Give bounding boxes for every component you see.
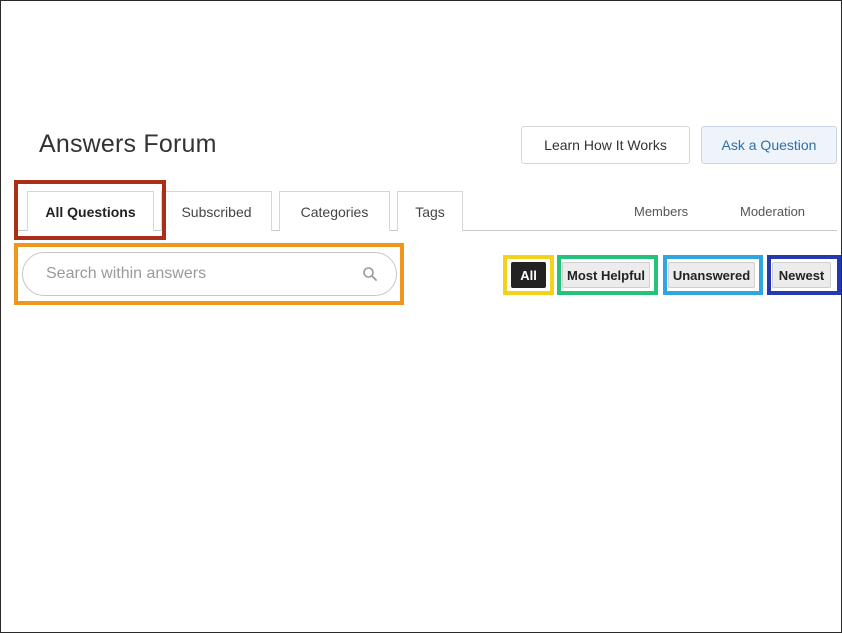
screenshot-frame (0, 0, 842, 633)
moderation-link[interactable]: Moderation (740, 204, 805, 219)
ask-question-button[interactable]: Ask a Question (701, 126, 837, 164)
search-input[interactable] (44, 264, 348, 284)
filter-newest-button[interactable]: Newest (772, 262, 831, 288)
page-title: Answers Forum (39, 130, 217, 158)
tab-subscribed[interactable]: Subscribed (161, 191, 272, 231)
tab-tags[interactable]: Tags (397, 191, 463, 231)
members-link[interactable]: Members (634, 204, 688, 219)
filter-most-helpful-button[interactable]: Most Helpful (562, 262, 650, 288)
learn-how-it-works-button[interactable]: Learn How It Works (521, 126, 690, 164)
search-box (22, 252, 397, 296)
search-icon[interactable] (362, 266, 378, 282)
filter-unanswered-button[interactable]: Unanswered (668, 262, 755, 288)
filter-all-button[interactable]: All (511, 262, 546, 288)
tab-all-questions[interactable]: All Questions (27, 191, 154, 231)
tab-categories[interactable]: Categories (279, 191, 390, 231)
